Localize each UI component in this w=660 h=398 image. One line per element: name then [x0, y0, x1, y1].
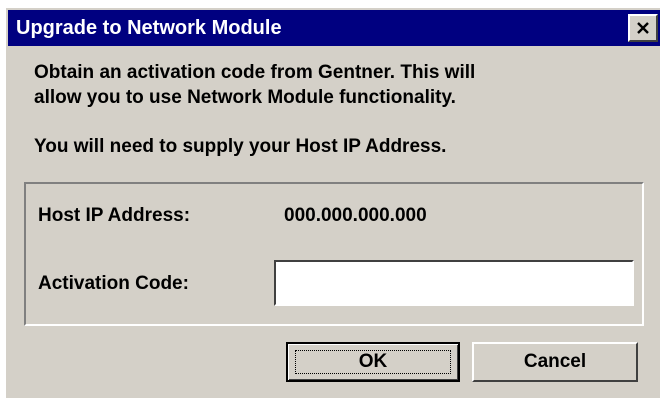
activation-group-box: Host IP Address: 000.000.000.000 Activat… [24, 182, 644, 326]
focus-ring [295, 350, 451, 374]
activation-code-label: Activation Code: [38, 273, 189, 294]
host-ip-value: 000.000.000.000 [284, 205, 427, 226]
close-icon [636, 22, 650, 34]
instruction-line-1: Obtain an activation code from Gentner. … [34, 62, 476, 83]
upgrade-dialog: Upgrade to Network Module Obtain an acti… [6, 8, 660, 398]
window-title: Upgrade to Network Module [16, 17, 282, 39]
activation-code-input[interactable] [274, 260, 634, 306]
instruction-line-3: You will need to supply your Host IP Add… [34, 136, 447, 157]
title-bar[interactable]: Upgrade to Network Module [8, 10, 660, 46]
cancel-button-label: Cancel [523, 351, 587, 372]
ok-button[interactable]: OK [286, 342, 460, 382]
cancel-button[interactable]: Cancel [472, 342, 638, 382]
close-button[interactable] [628, 14, 658, 42]
instruction-line-2: allow you to use Network Module function… [34, 87, 456, 108]
host-ip-label: Host IP Address: [38, 205, 191, 226]
